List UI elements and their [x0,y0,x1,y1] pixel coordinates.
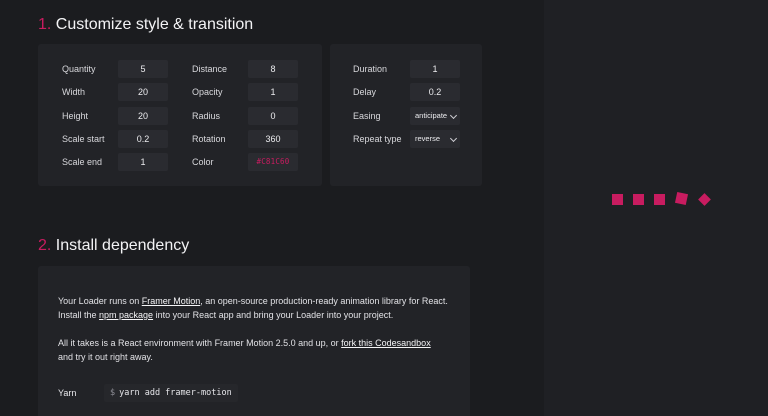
loader-animation [612,191,712,206]
scale-end-label: Scale end [62,157,103,167]
quantity-label: Quantity [62,64,96,74]
style-panel: Quantity Width Height Scale start Scale … [38,44,322,186]
delay-label: Delay [353,87,377,97]
distance-input[interactable]: 8 [248,60,298,78]
distance-label: Distance [192,64,228,74]
square-icon [654,194,665,205]
chevron-down-icon [449,111,458,120]
radius-label: Radius [192,111,221,121]
opacity-input[interactable]: 1 [248,83,298,101]
repeat-type-select[interactable]: reverse [410,130,460,148]
yarn-command-box[interactable]: $ yarn add framer-motion [104,384,238,402]
color-input[interactable]: #C81C60 [248,153,298,171]
section-title-customize: 1. Customize style & transition [38,16,253,34]
text: and try it out right away. [58,352,153,362]
section-title-text: Customize style & transition [55,16,254,33]
codesandbox-link[interactable]: fork this Codesandbox [341,338,431,348]
section-title-text: Install dependency [55,237,190,254]
repeat-type-label: Repeat type [353,134,402,144]
scale-start-label: Scale start [62,134,105,144]
repeat-type-value: reverse [415,134,441,143]
quantity-input[interactable]: 5 [118,60,168,78]
rotation-label: Rotation [192,134,226,144]
page: 1. Customize style & transition Quantity… [0,0,768,416]
width-label: Width [62,87,86,97]
easing-value: anticipate [415,111,448,120]
square-icon [633,194,644,205]
section-title-install: 2. Install dependency [38,237,189,255]
text: Your Loader runs on [58,296,142,306]
diamond-icon [698,193,711,206]
framer-motion-link[interactable]: Framer Motion [142,296,201,306]
duration-input[interactable]: 1 [410,60,460,78]
color-label: Color [192,157,214,167]
section-number: 1. [38,16,52,33]
yarn-label: Yarn [58,388,77,398]
yarn-command: yarn add framer-motion [119,388,232,398]
text: All it takes is a React environment with… [58,338,342,348]
install-paragraph-2: All it takes is a React environment with… [58,336,448,364]
easing-select[interactable]: anticipate [410,107,460,125]
square-icon [674,191,689,206]
radius-input[interactable]: 0 [248,107,298,125]
delay-input[interactable]: 0.2 [410,83,460,101]
prompt-symbol: $ [110,388,116,398]
square-icon [612,194,623,205]
npm-package-link[interactable]: npm package [99,310,153,320]
easing-label: Easing [353,111,381,121]
rotation-input[interactable]: 360 [248,130,298,148]
section-number: 2. [38,237,52,254]
text: into your React app and bring your Loade… [153,310,394,320]
chevron-down-icon [449,134,458,143]
main-content: 1. Customize style & transition Quantity… [0,0,544,416]
height-input[interactable]: 20 [118,107,168,125]
duration-label: Duration [353,64,388,74]
transition-panel: Duration Delay Easing Repeat type 1 0.2 … [330,44,482,186]
opacity-label: Opacity [192,87,223,97]
width-input[interactable]: 20 [118,83,168,101]
scale-end-input[interactable]: 1 [118,153,168,171]
loader-preview [544,0,768,416]
install-paragraph-1: Your Loader runs on Framer Motion, an op… [58,294,448,322]
height-label: Height [62,111,89,121]
scale-start-input[interactable]: 0.2 [118,130,168,148]
